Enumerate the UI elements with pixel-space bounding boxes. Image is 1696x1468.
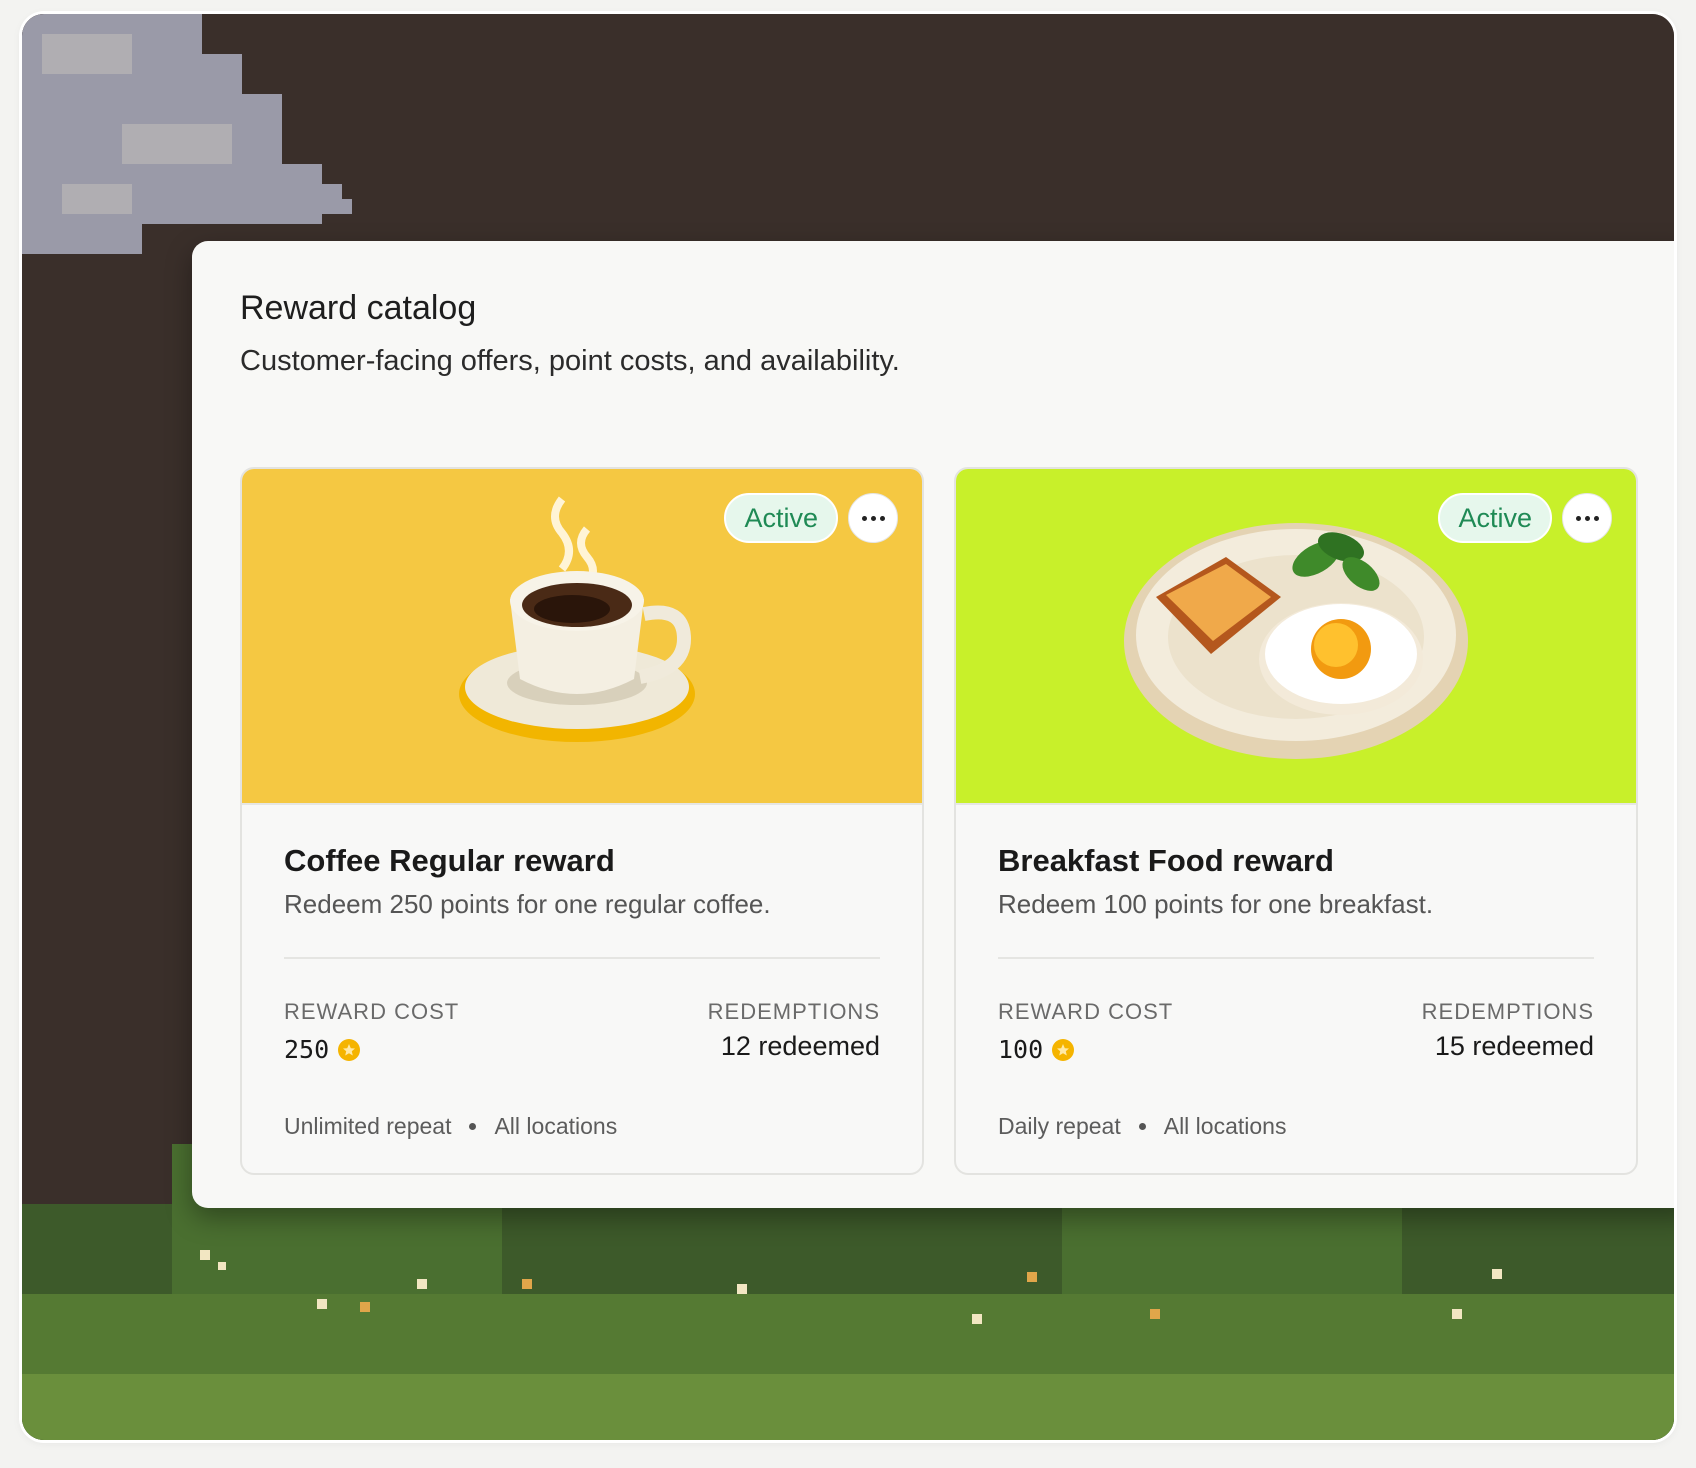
panel-title: Reward catalog [240, 289, 477, 327]
repeat-rule: Daily repeat [998, 1113, 1121, 1139]
location-scope: All locations [1163, 1113, 1287, 1139]
separator-dot [469, 1123, 477, 1130]
card-hero: Active [956, 469, 1636, 805]
reward-meta: Unlimited repeat All locations [284, 1113, 617, 1140]
panel-subtitle: Customer-facing offers, point costs, and… [240, 345, 900, 377]
app-frame: Reward catalog Customer-facing offers, p… [22, 14, 1674, 1440]
reward-cost-value: 100 [998, 1035, 1044, 1064]
reward-card-breakfast[interactable]: Active Breakfast Food reward Redeem 100 … [954, 467, 1638, 1175]
reward-description: Redeem 100 points for one breakfast. [998, 889, 1434, 919]
redemptions-count: 12 redeemed [720, 1031, 880, 1061]
location-scope: All locations [494, 1113, 618, 1139]
more-options-button[interactable] [1562, 493, 1612, 543]
reward-card-coffee[interactable]: Active Coffee Regular reward Redeem 250 … [240, 467, 924, 1175]
redemptions-label: REDEMPTIONS [707, 999, 880, 1024]
reward-cost-value: 250 [284, 1035, 330, 1064]
reward-title: Coffee Regular reward [284, 843, 615, 878]
divider [998, 957, 1594, 959]
status-badge: Active [1438, 493, 1552, 543]
redemptions-label: REDEMPTIONS [1421, 999, 1594, 1024]
divider [284, 957, 880, 959]
reward-cost-label: REWARD COST [998, 999, 1174, 1024]
reward-cost-label: REWARD COST [284, 999, 460, 1024]
reward-meta: Daily repeat All locations [998, 1113, 1286, 1140]
points-coin-icon [338, 1038, 361, 1061]
card-hero: Active [242, 469, 922, 805]
status-badge: Active [724, 493, 838, 543]
reward-title: Breakfast Food reward [998, 843, 1334, 878]
separator-dot [1138, 1123, 1146, 1130]
more-options-button[interactable] [848, 493, 898, 543]
reward-catalog-panel: Reward catalog Customer-facing offers, p… [192, 241, 1674, 1208]
reward-cost: 250 [284, 1035, 361, 1064]
reward-cost: 100 [998, 1035, 1075, 1064]
points-coin-icon [1052, 1038, 1075, 1061]
repeat-rule: Unlimited repeat [284, 1113, 452, 1139]
more-icon [861, 515, 867, 521]
reward-description: Redeem 250 points for one regular coffee… [284, 889, 771, 919]
more-icon [1575, 515, 1581, 521]
redemptions-count: 15 redeemed [1434, 1031, 1594, 1061]
